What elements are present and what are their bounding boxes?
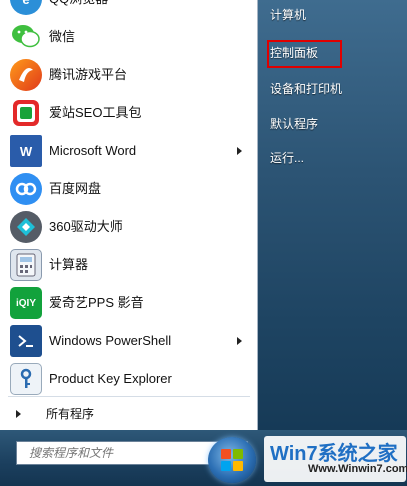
submenu-arrow-icon[interactable] (237, 337, 242, 345)
tencent-games-icon (10, 59, 42, 91)
program-label: Windows PowerShell (49, 333, 172, 348)
calculator-icon (10, 249, 42, 281)
start-menu: e QQ浏览器 微信 腾讯游戏平台 (0, 0, 407, 486)
program-item-powershell[interactable]: Windows PowerShell (0, 322, 257, 360)
program-label: 360驱动大师 (49, 219, 123, 234)
program-list: e QQ浏览器 微信 腾讯游戏平台 (0, 0, 258, 430)
all-programs-label: 所有程序 (46, 407, 95, 421)
submenu-arrow-icon[interactable] (237, 147, 242, 155)
program-item-word[interactable]: W Microsoft Word (0, 132, 257, 170)
program-label: 爱奇艺PPS 影音 (49, 295, 144, 310)
program-item-calculator[interactable]: 计算器 (0, 246, 257, 284)
program-label: 微信 (49, 29, 76, 44)
program-label: Microsoft Word (49, 143, 137, 158)
program-label: 百度网盘 (49, 181, 102, 196)
link-computer[interactable]: 计算机 (266, 2, 402, 28)
baidu-netdisk-icon (10, 173, 42, 205)
watermark-site: Www.Winwin7.com (308, 463, 407, 475)
word-icon: W (10, 135, 42, 167)
highlight-annotation (267, 40, 342, 68)
program-item-key-explorer[interactable]: Product Key Explorer (0, 360, 257, 398)
windows-logo-icon (221, 449, 243, 471)
watermark-title: Win7系统之家 (270, 443, 398, 465)
key-explorer-icon (10, 363, 42, 395)
program-item-baidu-netdisk[interactable]: 百度网盘 (0, 170, 257, 208)
all-programs-button[interactable]: 所有程序 (0, 401, 257, 427)
program-label: 爱站SEO工具包 (49, 105, 142, 120)
program-label: 腾讯游戏平台 (49, 67, 128, 82)
arrow-right-icon (16, 410, 21, 418)
link-run[interactable]: 运行... (266, 145, 402, 171)
program-item-wechat[interactable]: 微信 (0, 18, 257, 56)
program-item-driver-master[interactable]: 360驱动大师 (0, 208, 257, 246)
program-item-iqiyi[interactable]: iQIY 爱奇艺PPS 影音 (0, 284, 257, 322)
driver-master-icon (10, 211, 42, 243)
divider (8, 396, 250, 397)
program-label: QQ浏览器 (49, 0, 108, 18)
qq-browser-icon: e (10, 0, 42, 15)
iqiyi-icon: iQIY (10, 287, 42, 319)
program-item-tencent-games[interactable]: 腾讯游戏平台 (0, 56, 257, 94)
link-default-programs[interactable]: 默认程序 (266, 111, 402, 137)
wechat-icon (10, 21, 42, 53)
program-item-qq-browser[interactable]: e QQ浏览器 (0, 0, 257, 18)
program-item-aizhan-seo[interactable]: 爱站SEO工具包 (0, 94, 257, 132)
powershell-icon (10, 325, 42, 357)
aizhan-seo-icon (10, 97, 42, 129)
program-label: Product Key Explorer (49, 371, 172, 386)
program-label: 计算器 (49, 257, 89, 272)
link-devices-printers[interactable]: 设备和打印机 (266, 76, 402, 102)
